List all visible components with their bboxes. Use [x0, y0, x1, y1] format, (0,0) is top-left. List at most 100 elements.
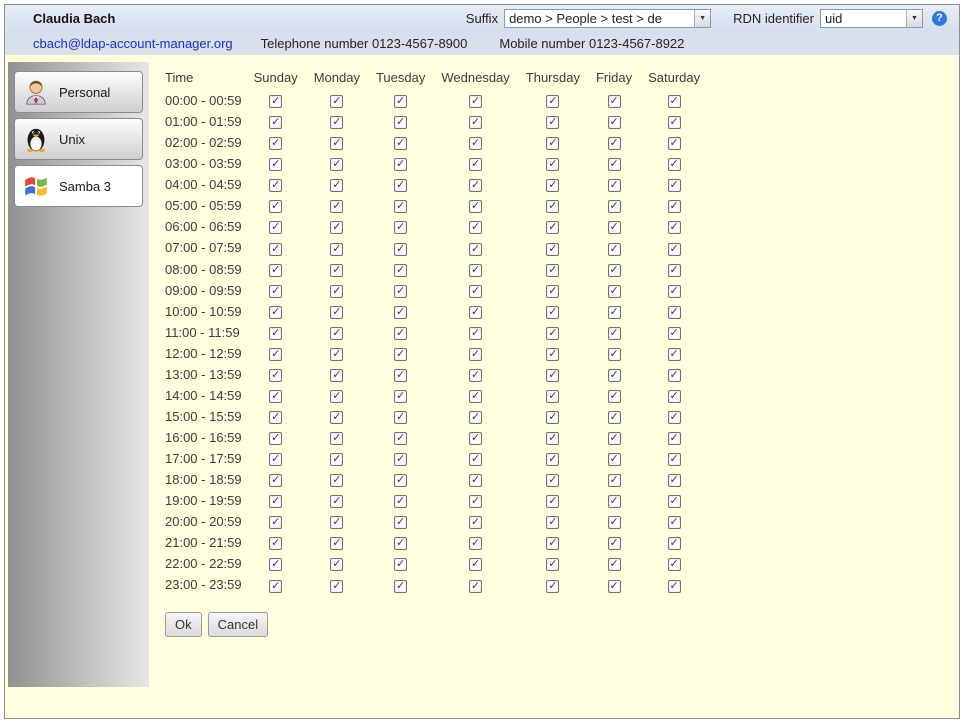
logon-hour-checkbox[interactable]: ✓: [330, 369, 343, 382]
logon-hour-checkbox[interactable]: ✓: [330, 327, 343, 340]
logon-hour-checkbox[interactable]: ✓: [608, 264, 621, 277]
logon-hour-checkbox[interactable]: ✓: [668, 137, 681, 150]
logon-hour-checkbox[interactable]: ✓: [394, 158, 407, 171]
logon-hour-checkbox[interactable]: ✓: [546, 95, 559, 108]
logon-hour-checkbox[interactable]: ✓: [668, 348, 681, 361]
logon-hour-checkbox[interactable]: ✓: [546, 116, 559, 129]
logon-hour-checkbox[interactable]: ✓: [668, 95, 681, 108]
logon-hour-checkbox[interactable]: ✓: [469, 221, 482, 234]
logon-hour-checkbox[interactable]: ✓: [608, 306, 621, 319]
logon-hour-checkbox[interactable]: ✓: [546, 516, 559, 529]
logon-hour-checkbox[interactable]: ✓: [269, 243, 282, 256]
logon-hour-checkbox[interactable]: ✓: [394, 264, 407, 277]
ok-button[interactable]: Ok: [165, 612, 202, 637]
logon-hour-checkbox[interactable]: ✓: [608, 158, 621, 171]
logon-hour-checkbox[interactable]: ✓: [469, 95, 482, 108]
logon-hour-checkbox[interactable]: ✓: [330, 348, 343, 361]
logon-hour-checkbox[interactable]: ✓: [608, 474, 621, 487]
logon-hour-checkbox[interactable]: ✓: [269, 327, 282, 340]
logon-hour-checkbox[interactable]: ✓: [269, 558, 282, 571]
logon-hour-checkbox[interactable]: ✓: [546, 369, 559, 382]
logon-hour-checkbox[interactable]: ✓: [269, 116, 282, 129]
logon-hour-checkbox[interactable]: ✓: [469, 390, 482, 403]
logon-hour-checkbox[interactable]: ✓: [608, 285, 621, 298]
logon-hour-checkbox[interactable]: ✓: [330, 390, 343, 403]
logon-hour-checkbox[interactable]: ✓: [608, 390, 621, 403]
logon-hour-checkbox[interactable]: ✓: [269, 285, 282, 298]
logon-hour-checkbox[interactable]: ✓: [469, 558, 482, 571]
logon-hour-checkbox[interactable]: ✓: [668, 158, 681, 171]
logon-hour-checkbox[interactable]: ✓: [269, 516, 282, 529]
logon-hour-checkbox[interactable]: ✓: [469, 580, 482, 593]
logon-hour-checkbox[interactable]: ✓: [330, 432, 343, 445]
logon-hour-checkbox[interactable]: ✓: [668, 327, 681, 340]
sidebar-item-unix[interactable]: Unix: [14, 118, 143, 160]
logon-hour-checkbox[interactable]: ✓: [394, 348, 407, 361]
logon-hour-checkbox[interactable]: ✓: [668, 221, 681, 234]
rdn-identifier-select[interactable]: uid ▼: [820, 9, 923, 28]
logon-hour-checkbox[interactable]: ✓: [469, 453, 482, 466]
logon-hour-checkbox[interactable]: ✓: [608, 243, 621, 256]
logon-hour-checkbox[interactable]: ✓: [608, 537, 621, 550]
help-icon[interactable]: ?: [932, 11, 947, 26]
logon-hour-checkbox[interactable]: ✓: [269, 158, 282, 171]
logon-hour-checkbox[interactable]: ✓: [668, 243, 681, 256]
logon-hour-checkbox[interactable]: ✓: [330, 580, 343, 593]
logon-hour-checkbox[interactable]: ✓: [668, 537, 681, 550]
logon-hour-checkbox[interactable]: ✓: [668, 306, 681, 319]
logon-hour-checkbox[interactable]: ✓: [668, 516, 681, 529]
logon-hour-checkbox[interactable]: ✓: [546, 200, 559, 213]
logon-hour-checkbox[interactable]: ✓: [608, 432, 621, 445]
chevron-down-icon[interactable]: ▼: [694, 10, 710, 27]
logon-hour-checkbox[interactable]: ✓: [330, 158, 343, 171]
logon-hour-checkbox[interactable]: ✓: [269, 580, 282, 593]
logon-hour-checkbox[interactable]: ✓: [469, 179, 482, 192]
logon-hour-checkbox[interactable]: ✓: [394, 200, 407, 213]
logon-hour-checkbox[interactable]: ✓: [394, 137, 407, 150]
logon-hour-checkbox[interactable]: ✓: [394, 327, 407, 340]
logon-hour-checkbox[interactable]: ✓: [394, 179, 407, 192]
logon-hour-checkbox[interactable]: ✓: [330, 537, 343, 550]
logon-hour-checkbox[interactable]: ✓: [546, 390, 559, 403]
logon-hour-checkbox[interactable]: ✓: [546, 179, 559, 192]
logon-hour-checkbox[interactable]: ✓: [668, 369, 681, 382]
logon-hour-checkbox[interactable]: ✓: [469, 137, 482, 150]
logon-hour-checkbox[interactable]: ✓: [469, 474, 482, 487]
logon-hour-checkbox[interactable]: ✓: [608, 221, 621, 234]
logon-hour-checkbox[interactable]: ✓: [469, 264, 482, 277]
logon-hour-checkbox[interactable]: ✓: [546, 243, 559, 256]
logon-hour-checkbox[interactable]: ✓: [269, 264, 282, 277]
logon-hour-checkbox[interactable]: ✓: [330, 453, 343, 466]
logon-hour-checkbox[interactable]: ✓: [608, 580, 621, 593]
logon-hour-checkbox[interactable]: ✓: [330, 306, 343, 319]
logon-hour-checkbox[interactable]: ✓: [469, 411, 482, 424]
logon-hour-checkbox[interactable]: ✓: [469, 285, 482, 298]
logon-hour-checkbox[interactable]: ✓: [668, 285, 681, 298]
logon-hour-checkbox[interactable]: ✓: [394, 306, 407, 319]
logon-hour-checkbox[interactable]: ✓: [668, 580, 681, 593]
logon-hour-checkbox[interactable]: ✓: [394, 285, 407, 298]
logon-hour-checkbox[interactable]: ✓: [330, 474, 343, 487]
logon-hour-checkbox[interactable]: ✓: [469, 327, 482, 340]
logon-hour-checkbox[interactable]: ✓: [668, 495, 681, 508]
suffix-select[interactable]: demo > People > test > de ▼: [504, 9, 711, 28]
logon-hour-checkbox[interactable]: ✓: [668, 200, 681, 213]
logon-hour-checkbox[interactable]: ✓: [668, 411, 681, 424]
logon-hour-checkbox[interactable]: ✓: [608, 495, 621, 508]
logon-hour-checkbox[interactable]: ✓: [469, 243, 482, 256]
logon-hour-checkbox[interactable]: ✓: [394, 432, 407, 445]
logon-hour-checkbox[interactable]: ✓: [269, 137, 282, 150]
logon-hour-checkbox[interactable]: ✓: [546, 285, 559, 298]
logon-hour-checkbox[interactable]: ✓: [469, 348, 482, 361]
logon-hour-checkbox[interactable]: ✓: [469, 516, 482, 529]
logon-hour-checkbox[interactable]: ✓: [668, 390, 681, 403]
logon-hour-checkbox[interactable]: ✓: [546, 264, 559, 277]
logon-hour-checkbox[interactable]: ✓: [668, 116, 681, 129]
logon-hour-checkbox[interactable]: ✓: [608, 116, 621, 129]
logon-hour-checkbox[interactable]: ✓: [608, 95, 621, 108]
logon-hour-checkbox[interactable]: ✓: [330, 411, 343, 424]
logon-hour-checkbox[interactable]: ✓: [269, 369, 282, 382]
logon-hour-checkbox[interactable]: ✓: [546, 348, 559, 361]
logon-hour-checkbox[interactable]: ✓: [330, 264, 343, 277]
logon-hour-checkbox[interactable]: ✓: [546, 306, 559, 319]
